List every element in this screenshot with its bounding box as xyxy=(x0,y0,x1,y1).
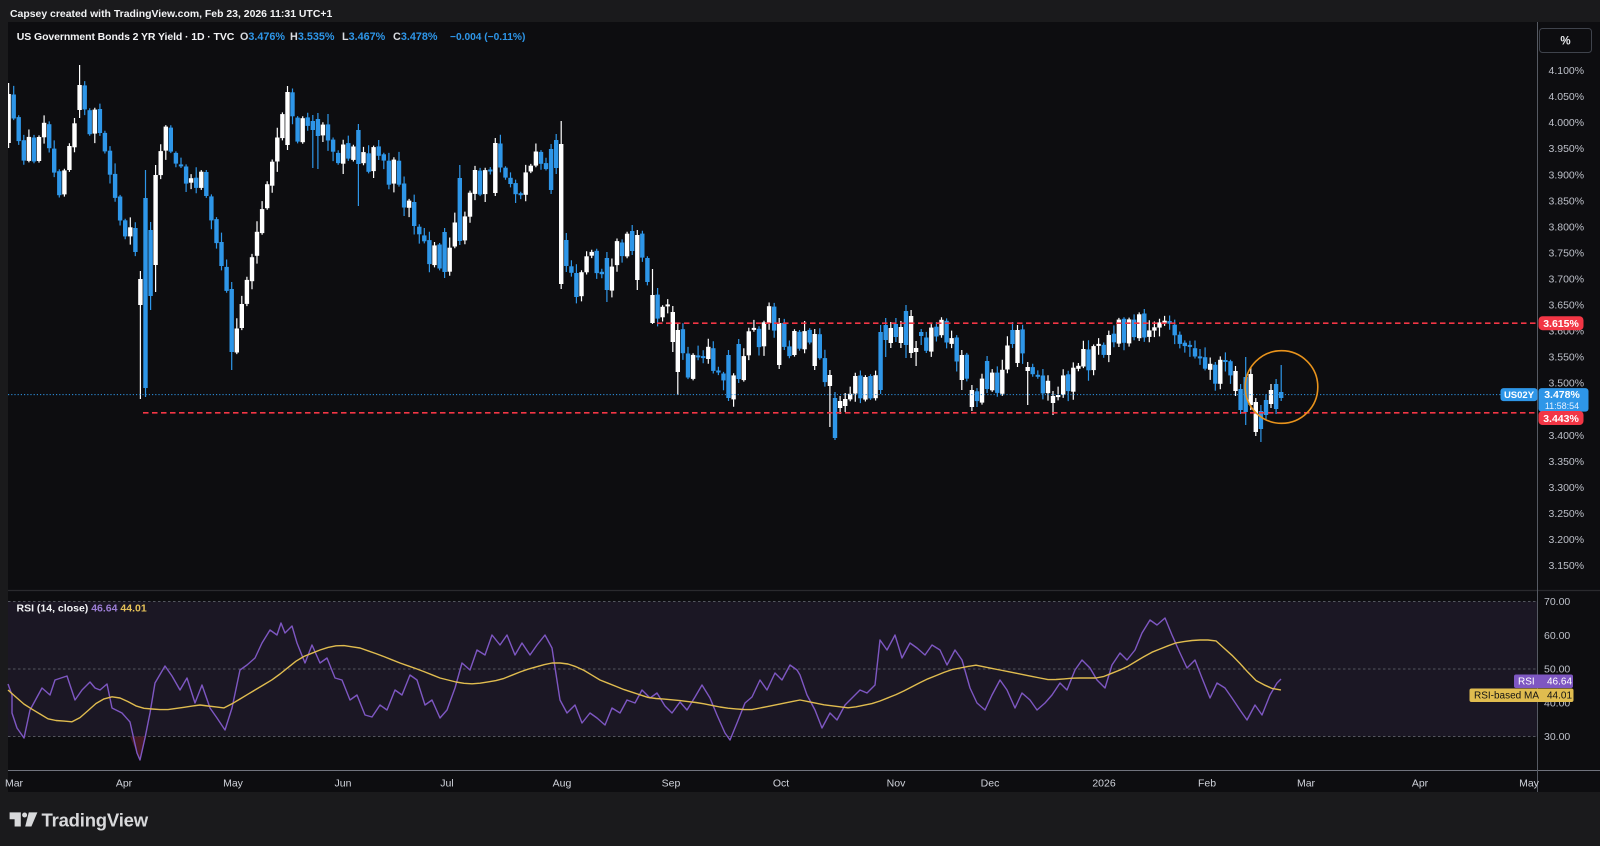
svg-text:3.400%: 3.400% xyxy=(1549,430,1585,442)
svg-text:3.850%: 3.850% xyxy=(1549,195,1585,207)
svg-text:3.950%: 3.950% xyxy=(1549,143,1585,155)
svg-text:30.00: 30.00 xyxy=(1544,731,1570,743)
svg-text:3.500%: 3.500% xyxy=(1549,378,1585,390)
svg-text:60.00: 60.00 xyxy=(1544,630,1570,642)
svg-text:3.800%: 3.800% xyxy=(1549,221,1585,233)
svg-text:US Government Bonds 2 YR Yield: US Government Bonds 2 YR Yield · 1D · TV… xyxy=(17,31,235,43)
svg-text:RSI (14, close) 46.64 44.01: RSI (14, close) 46.64 44.01 xyxy=(17,603,147,615)
svg-text:3.900%: 3.900% xyxy=(1549,169,1585,181)
svg-text:3.250%: 3.250% xyxy=(1549,508,1585,520)
svg-text:RSI-based MA: RSI-based MA xyxy=(1474,691,1539,702)
svg-text:3.700%: 3.700% xyxy=(1549,274,1585,286)
svg-text:Mar: Mar xyxy=(1297,778,1316,790)
svg-text:3.550%: 3.550% xyxy=(1549,352,1585,364)
svg-text:H3.535%: H3.535% xyxy=(290,31,335,43)
svg-text:44.01: 44.01 xyxy=(1547,691,1572,702)
svg-text:3.150%: 3.150% xyxy=(1549,560,1585,572)
svg-text:Apr: Apr xyxy=(116,778,133,790)
svg-text:Jul: Jul xyxy=(440,778,453,790)
svg-text:May: May xyxy=(1519,778,1540,790)
svg-text:3.750%: 3.750% xyxy=(1549,247,1585,259)
svg-text:Capsey created with TradingVie: Capsey created with TradingView.com, Feb… xyxy=(10,9,332,20)
svg-text:May: May xyxy=(223,778,244,790)
svg-text:US02Y: US02Y xyxy=(1504,390,1535,401)
svg-text:Nov: Nov xyxy=(887,778,906,790)
svg-text:3.350%: 3.350% xyxy=(1549,456,1585,468)
svg-text:70.00: 70.00 xyxy=(1544,596,1570,608)
svg-text:3.650%: 3.650% xyxy=(1549,300,1585,312)
svg-text:3.615%: 3.615% xyxy=(1543,318,1579,330)
svg-text:Aug: Aug xyxy=(553,778,572,790)
svg-text:2026: 2026 xyxy=(1092,778,1116,790)
svg-text:%: % xyxy=(1560,36,1570,48)
svg-text:3.200%: 3.200% xyxy=(1549,534,1585,546)
svg-text:RSI: RSI xyxy=(1518,677,1535,688)
svg-text:Apr: Apr xyxy=(1412,778,1429,790)
svg-text:3.300%: 3.300% xyxy=(1549,482,1585,494)
svg-text:4.050%: 4.050% xyxy=(1549,91,1585,103)
svg-text:L3.467%: L3.467% xyxy=(342,31,386,43)
svg-text:50.00: 50.00 xyxy=(1544,664,1570,676)
svg-text:−0.004 (−0.11%): −0.004 (−0.11%) xyxy=(450,32,525,43)
svg-text:4.000%: 4.000% xyxy=(1549,117,1585,129)
svg-text:TradingView: TradingView xyxy=(42,810,149,831)
svg-text:Dec: Dec xyxy=(981,778,1000,790)
svg-text:O3.476%: O3.476% xyxy=(240,31,285,43)
svg-text:46.64: 46.64 xyxy=(1547,677,1572,688)
svg-text:Mar: Mar xyxy=(5,778,24,790)
svg-text:3.478%: 3.478% xyxy=(1544,389,1580,401)
svg-text:4.100%: 4.100% xyxy=(1549,65,1585,77)
svg-text:Oct: Oct xyxy=(773,778,789,790)
svg-text:Feb: Feb xyxy=(1198,778,1216,790)
svg-text:C3.478%: C3.478% xyxy=(393,31,438,43)
svg-text:Sep: Sep xyxy=(662,778,681,790)
svg-text:3.443%: 3.443% xyxy=(1543,413,1579,425)
svg-text:11:58:54: 11:58:54 xyxy=(1545,401,1579,411)
svg-text:Jun: Jun xyxy=(335,778,352,790)
